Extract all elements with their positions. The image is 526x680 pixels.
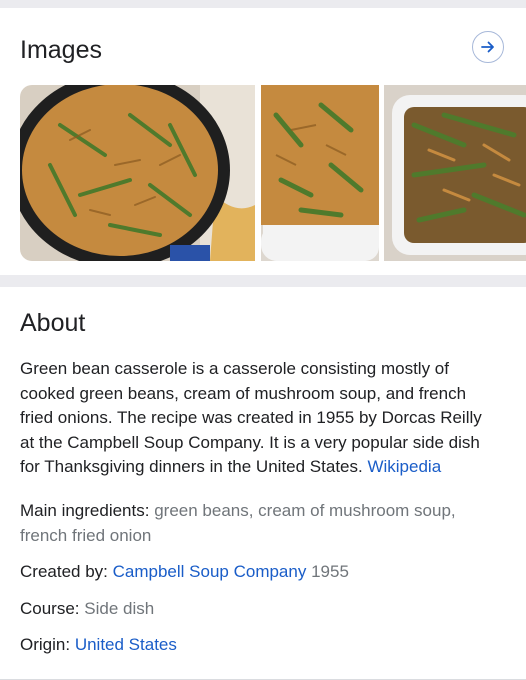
thumbnail-image[interactable] (20, 85, 255, 261)
arrow-right-icon (481, 41, 494, 53)
about-title: About (20, 309, 86, 337)
images-section: Images (0, 8, 526, 275)
fact-label: Course: (20, 598, 80, 618)
facts-list: Main ingredients: green beans, cream of … (20, 499, 500, 670)
fact-origin: Origin: United States (20, 633, 500, 658)
fact-course: Course: Side dish (20, 597, 500, 622)
thumbnail-image[interactable] (384, 85, 526, 261)
image-carousel (20, 85, 526, 261)
campbell-soup-link[interactable]: Campbell Soup Company (113, 562, 307, 581)
fact-main-ingredients: Main ingredients: green beans, cream of … (20, 499, 500, 548)
fact-value: 1955 (311, 562, 349, 581)
section-divider (0, 275, 526, 287)
wikipedia-link[interactable]: Wikipedia (367, 457, 441, 476)
fact-created-by: Created by: Campbell Soup Company 1955 (20, 560, 500, 585)
more-images-button[interactable] (472, 31, 504, 63)
about-section: About Green bean casserole is a casserol… (0, 287, 526, 680)
about-description: Green bean casserole is a casserole cons… (20, 357, 500, 480)
fact-label: Origin: (20, 635, 71, 654)
united-states-link[interactable]: United States (75, 635, 177, 654)
images-title: Images (20, 36, 102, 64)
top-divider (0, 0, 526, 8)
fact-label: Created by: (20, 562, 108, 581)
thumbnail-image[interactable] (261, 85, 379, 261)
fact-label: Main ingredients: (20, 501, 150, 520)
fact-value: Side dish (84, 598, 155, 618)
